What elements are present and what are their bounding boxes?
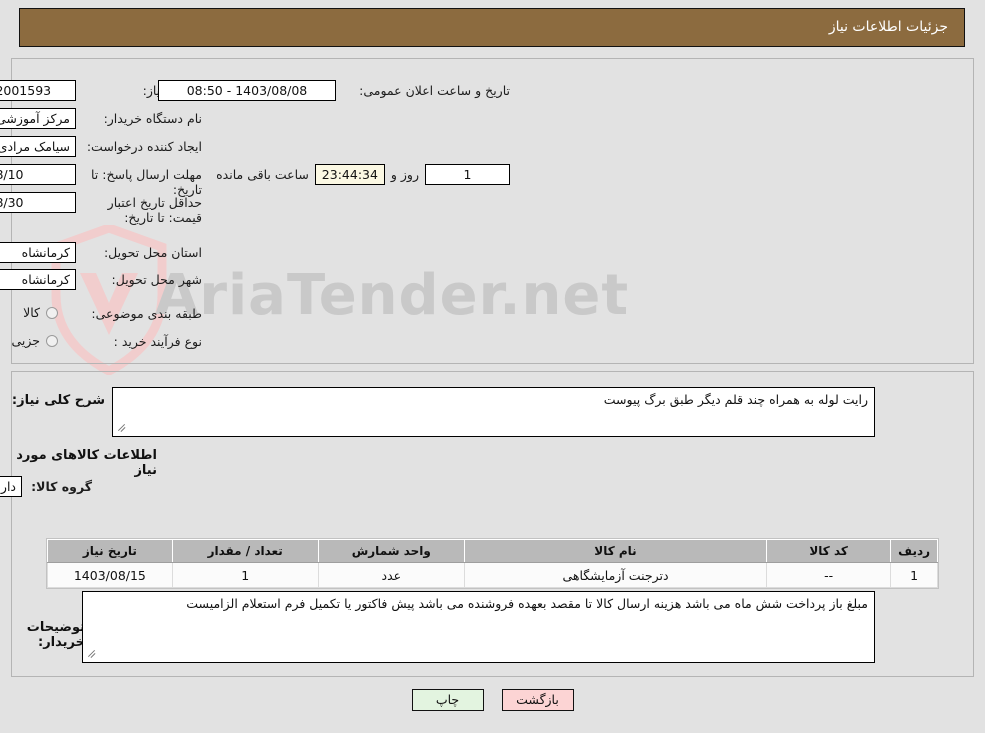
city-value: کرمانشاه: [0, 269, 76, 290]
resize-handle-icon-notes[interactable]: [86, 649, 96, 661]
countdown-timer: 23:44:34: [314, 164, 385, 185]
description-value: رایت لوله به همراه چند قلم دیگر طبق برگ …: [603, 392, 868, 407]
goods-section-heading: اطلاعات کالاهای مورد نیاز: [16, 448, 157, 478]
price-validity-date: 1403/08/30: [0, 192, 76, 213]
column-header-radif: ردیف: [890, 539, 938, 563]
purchase-type-label: نوع فرآیند خرید :: [113, 334, 202, 349]
cell-date: 1403/08/15: [47, 562, 173, 588]
table-row: 1 -- دترجنت آزمایشگاهی عدد 1 1403/08/15: [47, 562, 938, 588]
column-header-date: تاریخ نیاز: [47, 539, 173, 563]
city-label: شهر محل تحویل:: [111, 272, 202, 287]
row-goods-group: گروه کالا: دارو، پزشکی و سلامت: [0, 476, 92, 497]
row-request-creator: ایجاد کننده درخواست: سیامک مرادی خدمات ع…: [0, 136, 202, 157]
purchase-type-option-jozii[interactable]: جزیی: [11, 331, 58, 348]
buyer-org-value: مرکز آموزشی درمانی امام رضا ع: [0, 108, 76, 129]
row-buyer-org: نام دستگاه خریدار: مرکز آموزشی درمانی ام…: [0, 108, 202, 129]
cell-name: دترجنت آزمایشگاهی: [463, 562, 768, 588]
description-textarea[interactable]: رایت لوله به همراه چند قلم دیگر طبق برگ …: [112, 387, 875, 437]
column-header-unit: واحد شمارش: [317, 539, 465, 563]
category-label: طبقه بندی موضوعی:: [91, 306, 202, 321]
request-creator-value: سیامک مرادی خدمات عمومی مرکز آموزشی درما…: [0, 136, 76, 157]
page-title: جزئیات اطلاعات نیاز: [828, 19, 948, 35]
province-label: استان محل تحویل:: [103, 245, 202, 260]
cell-code: --: [766, 562, 892, 588]
remaining-days-value: 1: [425, 164, 510, 185]
goods-table-wrapper: ردیف کد کالا نام کالا واحد شمارش تعداد /…: [46, 538, 939, 589]
description-label: شرح کلی نیاز:: [11, 393, 105, 408]
column-header-code: کد کالا: [766, 539, 892, 563]
column-header-qty: تعداد / مقدار: [171, 539, 319, 563]
buyer-notes-textarea[interactable]: مبلغ باز پرداخت شش ماه می باشد هزینه ارس…: [82, 591, 875, 663]
radio-kala-icon[interactable]: [46, 307, 58, 319]
goods-group-value: دارو، پزشکی و سلامت: [0, 476, 22, 497]
purchase-type-option-jozii-label: جزیی: [11, 333, 40, 348]
goods-table: ردیف کد کالا نام کالا واحد شمارش تعداد /…: [47, 539, 938, 588]
category-option-kala[interactable]: کالا: [23, 303, 58, 320]
row-city: شهر محل تحویل: کرمانشاه: [0, 269, 202, 290]
table-header-row: ردیف کد کالا نام کالا واحد شمارش تعداد /…: [47, 539, 938, 563]
buyer-notes-label: توضیحات خریدار:: [26, 620, 85, 650]
cell-radif: 1: [890, 562, 938, 588]
remaining-hours-label: ساعت باقی مانده: [216, 167, 309, 182]
resize-handle-icon[interactable]: [116, 423, 126, 435]
page-header-bar: جزئیات اطلاعات نیاز: [19, 8, 965, 47]
goods-group-label: گروه کالا:: [31, 479, 92, 494]
need-number-value: 1103030292001593: [0, 80, 76, 101]
row-price-validity: حداقل تاریخ اعتبار قیمت: تا تاریخ: 1403/…: [0, 192, 202, 225]
category-option-kala-label: کالا: [23, 305, 40, 320]
row-province: استان محل تحویل: کرمانشاه: [0, 242, 202, 263]
public-announce-value: 1403/08/08 - 08:50: [158, 80, 336, 101]
row-purchase-type: نوع فرآیند خرید : جزیی متوسط پرداخت تمام…: [0, 331, 202, 349]
print-button[interactable]: چاپ: [411, 689, 484, 711]
buyer-org-label: نام دستگاه خریدار:: [103, 111, 202, 126]
remaining-days-label: روز و: [390, 167, 419, 182]
row-category: طبقه بندی موضوعی: کالا خدمت کالا/خدمت: [0, 303, 202, 321]
radio-jozii-icon[interactable]: [46, 335, 58, 347]
price-validity-label: حداقل تاریخ اعتبار قیمت: تا تاریخ:: [107, 195, 202, 225]
cell-unit: عدد: [317, 562, 465, 588]
action-buttons: بازگشت چاپ: [0, 689, 985, 711]
response-deadline-date: 1403/08/10: [0, 164, 76, 185]
request-creator-label: ایجاد کننده درخواست:: [86, 139, 202, 154]
buyer-notes-value: مبلغ باز پرداخت شش ماه می باشد هزینه ارس…: [186, 596, 868, 611]
row-public-announce: تاریخ و ساعت اعلان عمومی: 1403/08/08 - 0…: [158, 80, 510, 101]
public-announce-label: تاریخ و ساعت اعلان عمومی:: [359, 83, 510, 98]
province-value: کرمانشاه: [0, 242, 76, 263]
column-header-name: نام کالا: [463, 539, 768, 563]
cell-qty: 1: [171, 562, 319, 588]
back-button[interactable]: بازگشت: [501, 689, 574, 711]
row-countdown: 1 روز و 23:44:34 ساعت باقی مانده: [216, 164, 510, 185]
